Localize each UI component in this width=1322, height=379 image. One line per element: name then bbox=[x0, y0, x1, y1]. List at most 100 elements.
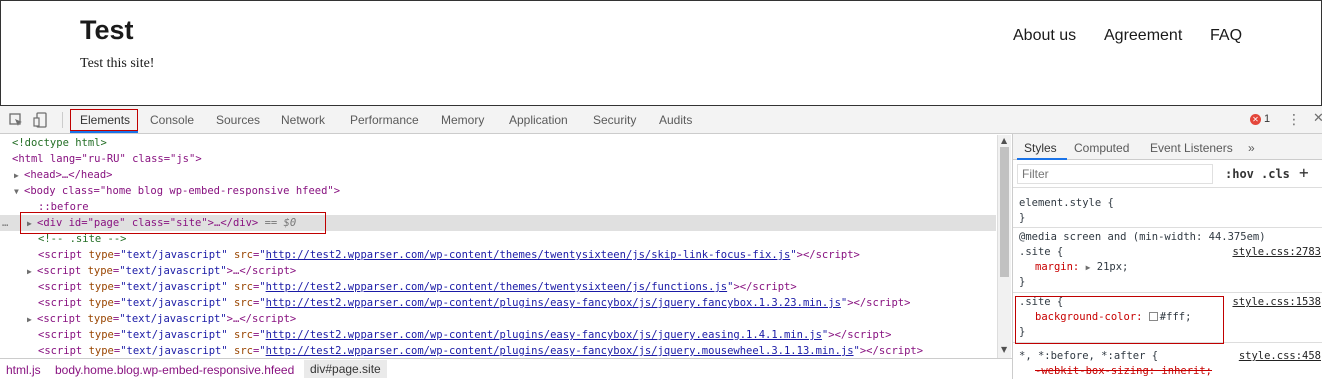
dom-line-head[interactable]: ▶ <head>…</head> bbox=[0, 167, 996, 183]
dom-line-div-page[interactable]: … ▶ <div id="page" class="site">…</div> =… bbox=[0, 215, 996, 231]
dom-line-comment[interactable]: <!-- .site --> bbox=[0, 231, 996, 247]
site-comment-text: <!-- .site --> bbox=[38, 233, 127, 245]
box-sizing-declaration[interactable]: -webkit-box-sizing: inherit; bbox=[1013, 364, 1322, 379]
site-selector-line[interactable]: .site { style.css:2783 bbox=[1013, 245, 1322, 260]
dom-line-html[interactable]: <html lang="ru-RU" class="js"> bbox=[0, 151, 996, 167]
scroll-up-icon[interactable]: ▲ bbox=[1001, 136, 1007, 145]
script-type-attr: type bbox=[88, 281, 114, 293]
expand-arrow-icon[interactable]: ▶ bbox=[27, 216, 37, 232]
tab-computed[interactable]: Computed bbox=[1074, 141, 1129, 155]
tab-console[interactable]: Console bbox=[150, 113, 194, 127]
script-type-value: "text/javascript" bbox=[120, 297, 228, 309]
collapse-arrow-icon[interactable]: ▼ bbox=[14, 184, 24, 200]
source-link-2783[interactable]: style.css:2783 bbox=[1232, 245, 1321, 260]
script-type-attr: type bbox=[87, 265, 113, 277]
dom-line-script[interactable]: ▶ <script type="text/javascript">…</scrip… bbox=[0, 311, 996, 327]
dom-line-before[interactable]: ::before bbox=[0, 199, 996, 215]
script-open-tag: <script bbox=[38, 281, 89, 293]
scrollbar-thumb[interactable] bbox=[1000, 147, 1009, 277]
rule-close-brace: } bbox=[1019, 212, 1026, 224]
more-dots-icon[interactable]: … bbox=[2, 215, 8, 231]
inspect-element-icon[interactable] bbox=[8, 112, 24, 128]
site-title[interactable]: Test bbox=[80, 15, 134, 46]
dom-line-script[interactable]: ▶ <script type="text/javascript">…</scrip… bbox=[0, 263, 996, 279]
source-link-1538[interactable]: style.css:1538 bbox=[1232, 295, 1321, 310]
selected-node-marker: == $0 bbox=[264, 217, 297, 229]
script-src-attr: src bbox=[234, 329, 253, 341]
tab-event-listeners[interactable]: Event Listeners bbox=[1150, 141, 1233, 155]
dom-line-doctype[interactable]: <!doctype html> bbox=[0, 135, 996, 151]
script-src-link[interactable]: http://test2.wpparser.com/wp-content/the… bbox=[266, 281, 727, 293]
dom-line-script[interactable]: <script type="text/javascript" src="http… bbox=[0, 327, 996, 343]
expand-arrow-icon[interactable]: ▶ bbox=[14, 168, 24, 184]
script-src-link[interactable]: http://test2.wpparser.com/wp-content/plu… bbox=[266, 345, 854, 357]
class-toggle[interactable]: .cls bbox=[1261, 167, 1290, 181]
nav-link-about-us[interactable]: About us bbox=[1013, 27, 1076, 45]
script-close-tag: ></script> bbox=[733, 281, 797, 293]
script-close-tag: ></script> bbox=[828, 329, 892, 341]
element-style-selector[interactable]: element.style { bbox=[1013, 196, 1322, 211]
head-tag-text: <head>…</head> bbox=[24, 169, 113, 181]
script-src-attr: src bbox=[234, 281, 253, 293]
error-icon[interactable]: ✕ bbox=[1250, 114, 1261, 125]
tab-audits[interactable]: Audits bbox=[659, 113, 692, 127]
source-link-458[interactable]: style.css:458 bbox=[1239, 349, 1321, 364]
script-src-link[interactable]: http://test2.wpparser.com/wp-content/plu… bbox=[266, 297, 841, 309]
media-query-text: @media screen and (min-width: 44.375em) bbox=[1019, 231, 1266, 243]
hover-state-toggle[interactable]: :hov bbox=[1225, 167, 1254, 181]
universal-selector-line[interactable]: *, *:before, *:after { style.css:458 bbox=[1013, 349, 1322, 364]
add-rule-icon[interactable]: + bbox=[1299, 163, 1309, 182]
breadcrumb-html[interactable]: html.js bbox=[6, 363, 41, 377]
more-tabs-icon[interactable]: » bbox=[1248, 141, 1255, 155]
nav-link-agreement[interactable]: Agreement bbox=[1104, 27, 1182, 45]
script-type-attr: type bbox=[87, 313, 113, 325]
active-tab-indicator bbox=[70, 131, 138, 133]
error-count[interactable]: 1 bbox=[1264, 113, 1270, 125]
dom-scrollbar[interactable]: ▲ ▼ bbox=[997, 135, 1011, 358]
breadcrumb-div-page[interactable]: div#page.site bbox=[304, 360, 387, 378]
html-tag-text: <html lang="ru-RU" class="js"> bbox=[12, 153, 202, 165]
script-src-link[interactable]: http://test2.wpparser.com/wp-content/the… bbox=[266, 249, 791, 261]
rule-close-brace: } bbox=[1019, 276, 1026, 288]
universal-selector-text: *, *:before, *:after { bbox=[1019, 350, 1159, 362]
breadcrumb-body[interactable]: body.home.blog.wp-embed-responsive.hfeed bbox=[55, 363, 294, 377]
script-src-link[interactable]: http://test2.wpparser.com/wp-content/plu… bbox=[266, 329, 822, 341]
rule-universal: *, *:before, *:after { style.css:458 -we… bbox=[1013, 349, 1322, 379]
nav-link-faq[interactable]: FAQ bbox=[1210, 27, 1242, 45]
background-declaration[interactable]: background-color: #fff; bbox=[1013, 310, 1322, 325]
tab-performance[interactable]: Performance bbox=[350, 113, 419, 127]
dom-line-script[interactable]: <script type="text/javascript" src="http… bbox=[0, 343, 996, 358]
close-icon[interactable]: ✕ bbox=[1313, 111, 1322, 127]
site-selector-line[interactable]: .site { style.css:1538 bbox=[1013, 295, 1322, 310]
script-open-tag: <script bbox=[37, 265, 88, 277]
tab-application[interactable]: Application bbox=[509, 113, 568, 127]
tab-elements[interactable]: Elements bbox=[80, 113, 130, 127]
more-options-icon[interactable]: ⋮ bbox=[1287, 112, 1301, 128]
styles-filter-input[interactable] bbox=[1017, 164, 1213, 184]
tab-styles[interactable]: Styles bbox=[1024, 141, 1057, 155]
box-sizing-property: -webkit-box-sizing: inherit; bbox=[1035, 365, 1213, 377]
margin-value: 21px; bbox=[1096, 261, 1129, 273]
tab-sources[interactable]: Sources bbox=[216, 113, 260, 127]
script-collapsed-close: >…</script> bbox=[226, 313, 297, 325]
toolbar-divider bbox=[62, 112, 63, 128]
color-swatch[interactable] bbox=[1148, 312, 1158, 321]
script-close-tag: ></script> bbox=[847, 297, 911, 309]
tab-network[interactable]: Network bbox=[281, 113, 325, 127]
margin-declaration[interactable]: margin: ▶ 21px; bbox=[1013, 260, 1322, 275]
expand-arrow-icon[interactable]: ▶ bbox=[1086, 263, 1091, 272]
script-open-tag: <script bbox=[37, 313, 88, 325]
tab-memory[interactable]: Memory bbox=[441, 113, 484, 127]
script-close-tag: ></script> bbox=[796, 249, 860, 261]
dom-line-body[interactable]: ▼ <body class="home blog wp-embed-respons… bbox=[0, 183, 996, 199]
device-toggle-icon[interactable] bbox=[33, 112, 49, 128]
dom-line-script[interactable]: <script type="text/javascript" src="http… bbox=[0, 247, 996, 263]
script-open-tag: <script bbox=[38, 345, 89, 357]
dom-line-script[interactable]: <script type="text/javascript" src="http… bbox=[0, 279, 996, 295]
tab-security[interactable]: Security bbox=[593, 113, 636, 127]
expand-arrow-icon[interactable]: ▶ bbox=[27, 264, 37, 280]
expand-arrow-icon[interactable]: ▶ bbox=[27, 312, 37, 328]
dom-line-script[interactable]: <script type="text/javascript" src="http… bbox=[0, 295, 996, 311]
script-open-tag: <script bbox=[38, 329, 89, 341]
scroll-down-icon[interactable]: ▼ bbox=[1001, 345, 1007, 354]
